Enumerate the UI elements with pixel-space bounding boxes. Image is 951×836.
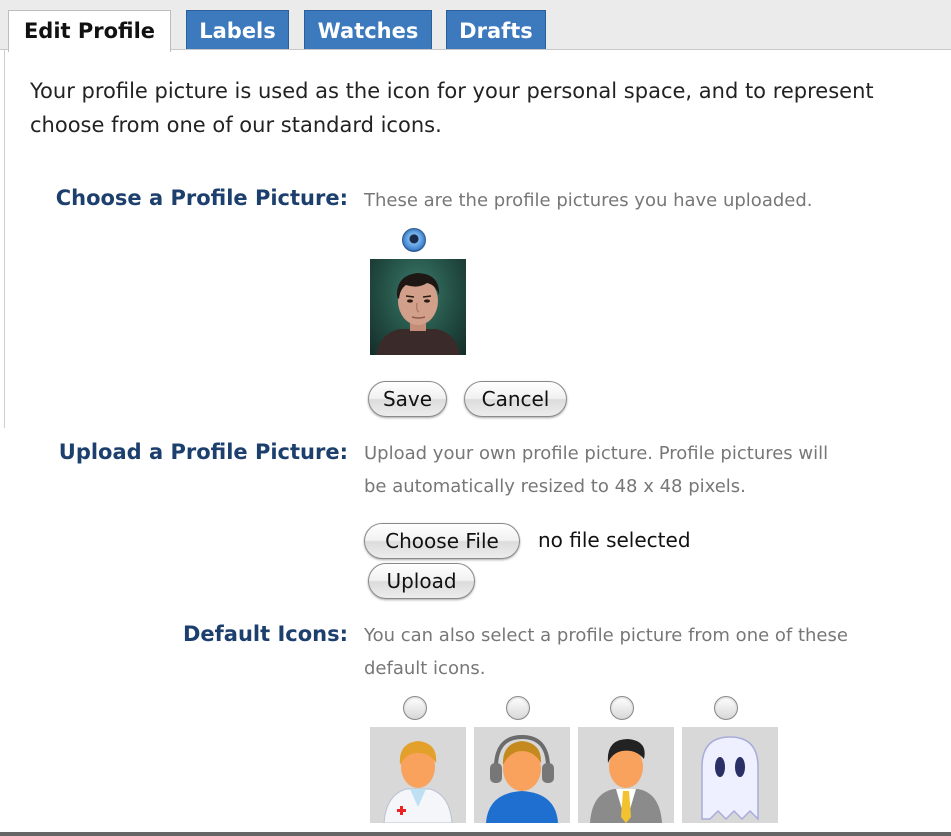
default-icons-description-line-1: You can also select a profile picture fr… [364, 625, 848, 646]
tab-labels[interactable]: Labels [186, 10, 289, 50]
choose-file-button[interactable]: Choose File [364, 523, 520, 559]
headset-user-icon [486, 734, 558, 823]
cancel-button[interactable]: Cancel [464, 381, 567, 417]
default-icons-label: Default Icons: [182, 622, 348, 646]
intro-text: Your profile picture is used as the icon… [30, 74, 951, 142]
default-icon-radio-businessman[interactable] [610, 696, 634, 720]
uploaded-picture-radio[interactable] [402, 228, 426, 252]
doctor-icon [383, 741, 453, 823]
upload-description-line-1: Upload your own profile picture. Profile… [364, 443, 829, 464]
upload-description-line-2: be automatically resized to 48 x 48 pixe… [364, 476, 746, 497]
tab-watches[interactable]: Watches [304, 10, 432, 50]
uploaded-profile-photo[interactable] [370, 259, 466, 355]
default-icons-description: You can also select a profile picture fr… [364, 619, 848, 685]
profile-photo-image [376, 273, 460, 355]
default-icon-radio-doctor[interactable] [403, 696, 427, 720]
headset-user-icon-tile[interactable] [474, 727, 570, 823]
ghost-icon [701, 736, 759, 821]
default-icon-radio-headset[interactable] [506, 696, 530, 720]
intro-line-1: Your profile picture is used as the icon… [30, 79, 874, 103]
intro-line-2: choose from one of our standard icons. [30, 113, 442, 137]
default-icons-description-line-2: default icons. [364, 658, 486, 679]
default-icon-radio-ghost[interactable] [714, 696, 738, 720]
businessman-icon-tile[interactable] [578, 727, 674, 823]
content-left-border [4, 50, 5, 428]
ghost-icon-tile[interactable] [682, 727, 778, 823]
save-button[interactable]: Save [368, 381, 447, 417]
choose-picture-description: These are the profile pictures you have … [364, 190, 813, 211]
tab-drafts[interactable]: Drafts [446, 10, 546, 50]
upload-picture-label: Upload a Profile Picture: [58, 440, 348, 464]
choose-picture-label: Choose a Profile Picture: [55, 186, 348, 210]
tab-bar: Edit Profile Labels Watches Drafts [0, 0, 951, 52]
bottom-border [0, 832, 951, 836]
upload-button[interactable]: Upload [368, 563, 475, 599]
businessman-icon [590, 739, 662, 823]
upload-picture-description: Upload your own profile picture. Profile… [364, 437, 828, 503]
doctor-icon-tile[interactable] [370, 727, 466, 823]
tab-edit-profile[interactable]: Edit Profile [8, 10, 171, 52]
file-status-text: no file selected [538, 528, 691, 552]
